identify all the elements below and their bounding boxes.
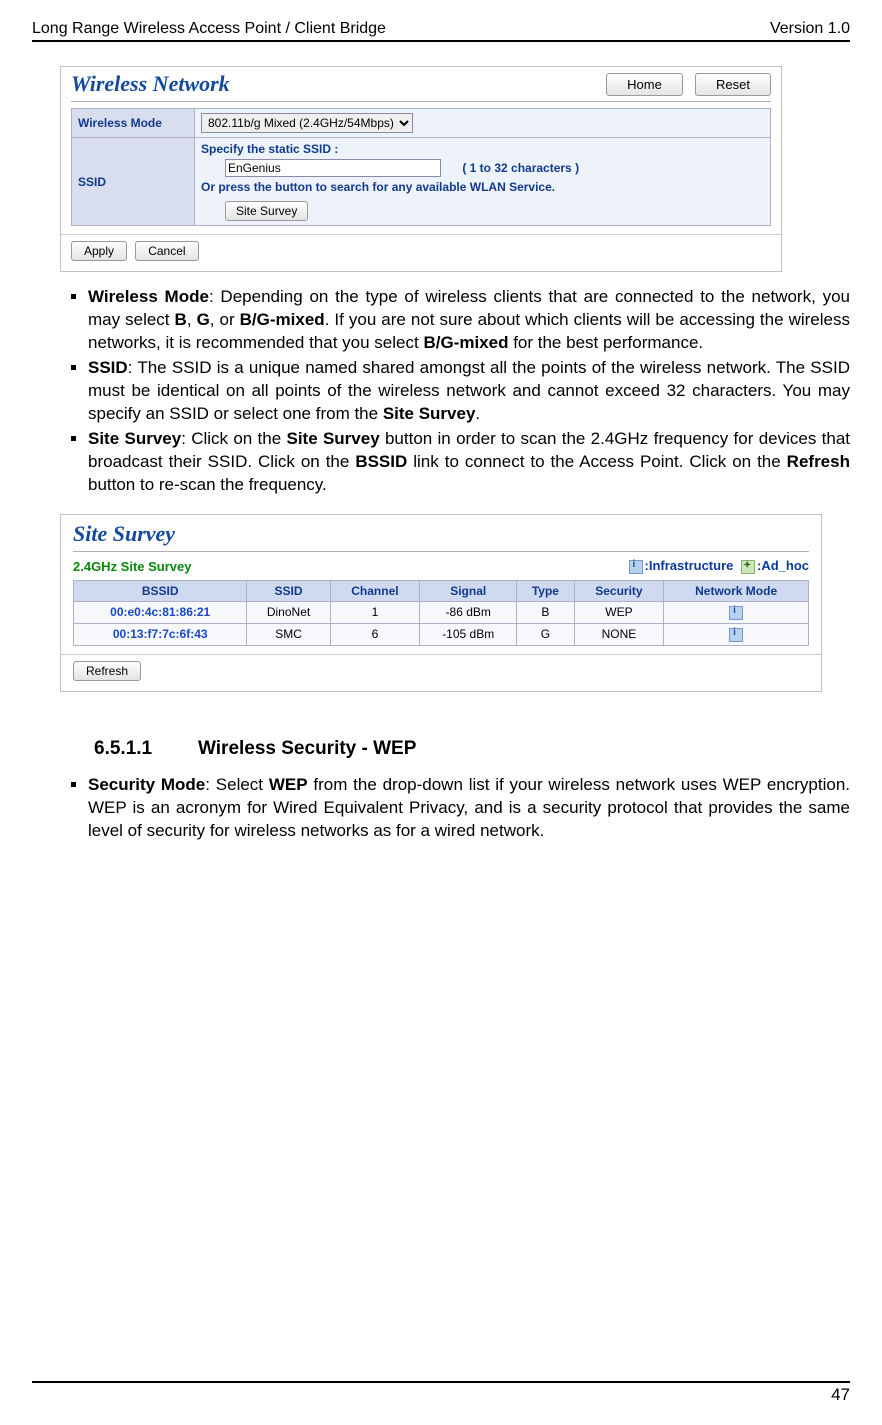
doc-version: Version 1.0 <box>770 20 850 38</box>
col-type: Type <box>517 581 574 602</box>
refresh-button[interactable]: Refresh <box>73 661 141 681</box>
adhoc-icon <box>741 560 755 574</box>
home-button[interactable]: Home <box>606 73 683 96</box>
site-survey-button[interactable]: Site Survey <box>225 201 308 221</box>
table-row: 00:13:f7:7c:6f:43SMC6-105 dBmGNONE <box>74 623 809 645</box>
bullet-wireless-mode: Wireless Mode: Depending on the type of … <box>88 286 850 355</box>
wireless-mode-label: Wireless Mode <box>72 109 195 138</box>
site-survey-title: Site Survey <box>61 515 821 547</box>
bssid-link[interactable]: 00:e0:4c:81:86:21 <box>110 605 210 619</box>
site-survey-subtitle: 2.4GHz Site Survey <box>73 559 192 574</box>
section-heading: 6.5.1.1Wireless Security - WEP <box>94 738 850 760</box>
col-bssid: BSSID <box>74 581 247 602</box>
description-list-2: Security Mode: Select WEP from the drop-… <box>64 774 850 843</box>
description-list-1: Wireless Mode: Depending on the type of … <box>64 286 850 496</box>
col-security: Security <box>574 581 664 602</box>
wireless-network-title: Wireless Network <box>71 71 230 97</box>
bullet-site-survey: Site Survey: Click on the Site Survey bu… <box>88 428 850 497</box>
infrastructure-icon <box>729 628 743 642</box>
ssid-label: SSID <box>72 138 195 226</box>
col-network-mode: Network Mode <box>664 581 809 602</box>
ssid-or-text: Or press the button to search for any av… <box>201 180 764 194</box>
page-number: 47 <box>831 1385 850 1404</box>
col-channel: Channel <box>330 581 420 602</box>
reset-button[interactable]: Reset <box>695 73 771 96</box>
ssid-input[interactable] <box>225 159 441 177</box>
cancel-button[interactable]: Cancel <box>135 241 198 261</box>
table-row: 00:e0:4c:81:86:21DinoNet1-86 dBmBWEP <box>74 602 809 624</box>
infrastructure-icon <box>629 560 643 574</box>
site-survey-table: BSSIDSSIDChannelSignalTypeSecurityNetwor… <box>73 580 809 646</box>
ssid-specify-text: Specify the static SSID : <box>201 142 764 156</box>
bullet-security-mode: Security Mode: Select WEP from the drop-… <box>88 774 850 843</box>
infrastructure-icon <box>729 606 743 620</box>
wireless-network-screenshot: Wireless Network Home Reset Wireless Mod… <box>60 66 850 272</box>
col-signal: Signal <box>420 581 517 602</box>
apply-button[interactable]: Apply <box>71 241 127 261</box>
site-survey-screenshot: Site Survey 2.4GHz Site Survey :Infrastr… <box>60 514 850 691</box>
bullet-ssid: SSID: The SSID is a unique named shared … <box>88 357 850 426</box>
col-ssid: SSID <box>247 581 330 602</box>
bssid-link[interactable]: 00:13:f7:7c:6f:43 <box>113 627 208 641</box>
doc-title-left: Long Range Wireless Access Point / Clien… <box>32 20 386 38</box>
wireless-mode-select[interactable]: 802.11b/g Mixed (2.4GHz/54Mbps) <box>201 113 413 133</box>
ssid-char-note: ( 1 to 32 characters ) <box>462 161 579 175</box>
